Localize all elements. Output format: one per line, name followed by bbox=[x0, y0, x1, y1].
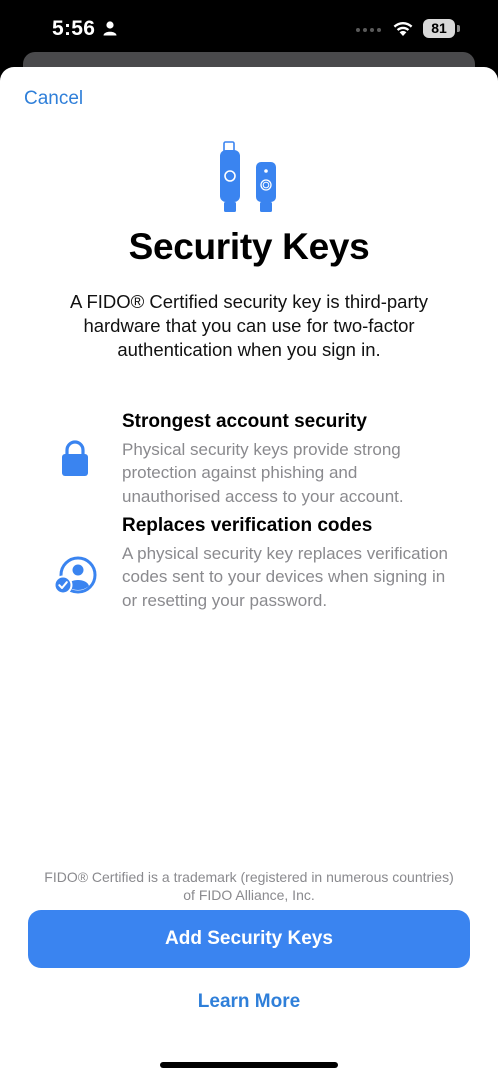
wifi-icon bbox=[393, 21, 413, 36]
trademark-footnote: FIDO® Certified is a trademark (register… bbox=[44, 869, 454, 903]
status-time: 5:56 bbox=[52, 17, 96, 40]
person-icon bbox=[103, 21, 117, 36]
home-indicator[interactable] bbox=[160, 1062, 338, 1068]
feature-title: Replaces verification codes bbox=[122, 515, 373, 536]
lock-icon bbox=[62, 440, 88, 476]
feature-description: A physical security key replaces verific… bbox=[122, 544, 448, 610]
feature-title: Strongest account security bbox=[122, 411, 367, 432]
feature-description: Physical security keys provide strong pr… bbox=[122, 440, 404, 506]
page-title: Security Keys bbox=[128, 226, 370, 267]
learn-more-link[interactable]: Learn More bbox=[0, 991, 498, 1013]
battery-icon bbox=[457, 25, 460, 32]
status-bar: 5:56 81 bbox=[0, 0, 498, 60]
intro-text: A FIDO® Certified security key is third-… bbox=[69, 291, 429, 360]
cancel-button[interactable]: Cancel bbox=[24, 88, 83, 110]
battery-level: 81 bbox=[423, 19, 455, 38]
security-keys-icon bbox=[220, 141, 276, 212]
person-checkmark-icon bbox=[53, 556, 97, 595]
cellular-signal-icon bbox=[356, 28, 381, 32]
add-security-keys-button[interactable]: Add Security Keys bbox=[28, 910, 470, 968]
